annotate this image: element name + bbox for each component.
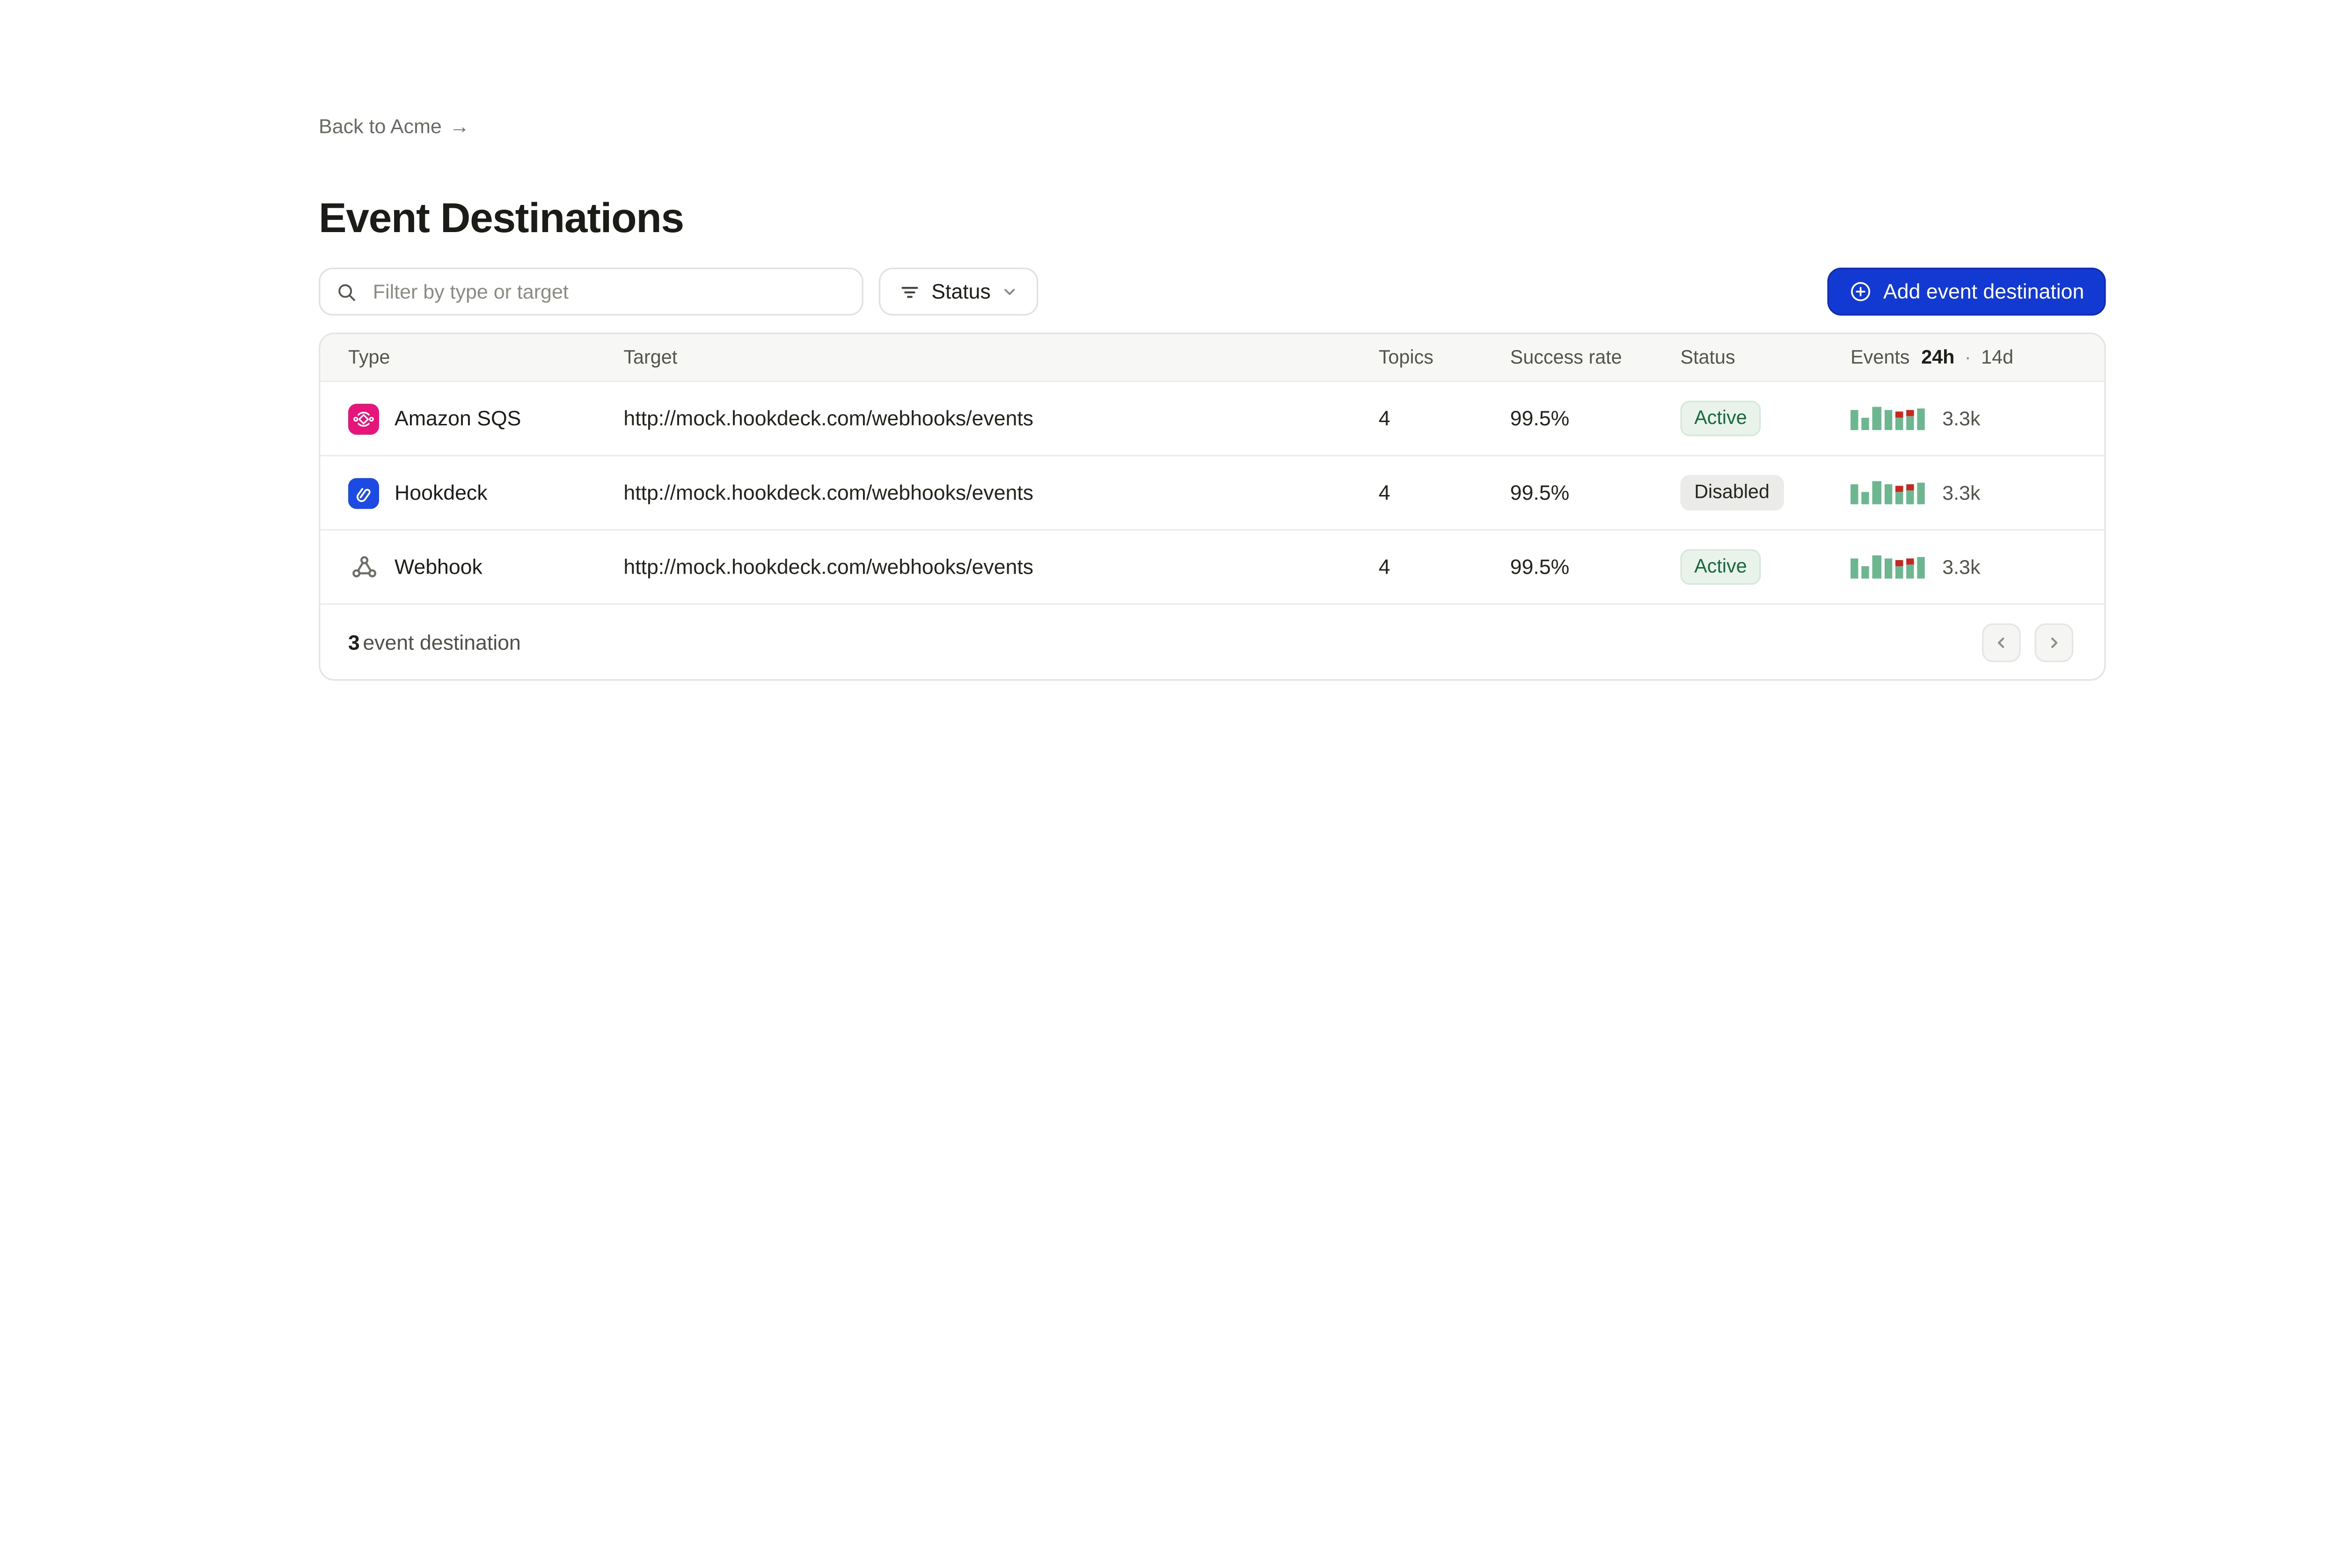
sparkline-bar bbox=[1884, 558, 1892, 579]
destination-target: http://mock.hookdeck.com/webhooks/events bbox=[623, 407, 1378, 430]
column-header-type: Type bbox=[348, 347, 623, 368]
events-range-14d-toggle[interactable]: 14d bbox=[1981, 347, 2013, 368]
sparkline-bar bbox=[1862, 491, 1870, 504]
row-count-text: 3event destination bbox=[348, 630, 521, 654]
events-range-separator: · bbox=[1965, 347, 1971, 368]
sparkline-bar bbox=[1884, 409, 1892, 430]
row-count-value: 3 bbox=[348, 630, 360, 654]
hookdeck-icon bbox=[348, 477, 379, 508]
chevron-left-icon bbox=[1993, 634, 2010, 650]
sparkline-bar bbox=[1884, 483, 1892, 504]
events-count: 3.3k bbox=[1942, 481, 1980, 504]
destination-type: Hookdeck bbox=[395, 481, 488, 504]
toolbar: Status Add event destination bbox=[319, 268, 2106, 315]
destination-topics: 4 bbox=[1379, 481, 1510, 504]
destination-topics: 4 bbox=[1379, 407, 1510, 430]
destination-target: http://mock.hookdeck.com/webhooks/events bbox=[623, 481, 1378, 504]
sparkline-bar bbox=[1906, 559, 1914, 579]
destination-type: Webhook bbox=[395, 555, 483, 579]
arrow-right-icon: → bbox=[449, 115, 469, 138]
sparkline-bar bbox=[1895, 411, 1903, 430]
column-header-target: Target bbox=[623, 347, 1378, 368]
filter-input-wrapper bbox=[319, 268, 863, 315]
column-header-success-rate: Success rate bbox=[1510, 347, 1681, 368]
table-body: Amazon SQS http://mock.hookdeck.com/webh… bbox=[320, 382, 2104, 604]
status-filter-button[interactable]: Status bbox=[879, 268, 1038, 315]
destination-type: Amazon SQS bbox=[395, 407, 521, 430]
status-filter-label: Status bbox=[931, 280, 991, 303]
destination-topics: 4 bbox=[1379, 555, 1510, 579]
add-event-destination-button[interactable]: Add event destination bbox=[1828, 268, 2106, 315]
sparkline-bar bbox=[1873, 555, 1881, 579]
page-title: Event Destinations bbox=[319, 195, 684, 243]
events-count: 3.3k bbox=[1942, 555, 1980, 579]
sparkline-bar bbox=[1895, 560, 1903, 578]
sparkline-bar bbox=[1873, 481, 1881, 504]
destination-success-rate: 99.5% bbox=[1510, 555, 1681, 579]
sparkline-bar bbox=[1850, 483, 1858, 504]
table-row[interactable]: Webhook http://mock.hookdeck.com/webhook… bbox=[320, 529, 2104, 604]
sparkline-bar bbox=[1906, 410, 1914, 430]
sparkline-bar bbox=[1862, 566, 1870, 579]
previous-page-button[interactable] bbox=[1982, 623, 2021, 662]
next-page-button[interactable] bbox=[2035, 623, 2074, 662]
add-event-destination-label: Add event destination bbox=[1883, 280, 2084, 303]
sparkline-bar bbox=[1917, 482, 1925, 504]
filter-input[interactable] bbox=[370, 278, 862, 305]
destination-success-rate: 99.5% bbox=[1510, 481, 1681, 504]
pagination bbox=[1982, 623, 2073, 662]
filter-icon bbox=[899, 281, 921, 302]
sparkline-bar bbox=[1917, 556, 1925, 578]
sparkline-bar bbox=[1906, 484, 1914, 504]
column-header-topics: Topics bbox=[1379, 347, 1510, 368]
sparkline-bar bbox=[1917, 408, 1925, 430]
webhook-icon bbox=[348, 552, 379, 583]
destination-target: http://mock.hookdeck.com/webhooks/events bbox=[623, 555, 1378, 579]
back-link[interactable]: Back to Acme → bbox=[319, 115, 469, 138]
sparkline-bar bbox=[1873, 407, 1881, 430]
column-header-events: Events 24h · 14d bbox=[1850, 347, 2077, 368]
events-header-label: Events bbox=[1850, 347, 1909, 368]
events-count: 3.3k bbox=[1942, 407, 1980, 430]
sparkline-bar bbox=[1850, 558, 1858, 579]
table-row[interactable]: Amazon SQS http://mock.hookdeck.com/webh… bbox=[320, 382, 2104, 455]
event-destinations-page: Back to Acme → Event Destinations Status… bbox=[0, 0, 2340, 1568]
events-range-24h-toggle[interactable]: 24h bbox=[1921, 347, 1954, 368]
sparkline-bar bbox=[1850, 409, 1858, 430]
events-sparkline bbox=[1850, 481, 1925, 504]
events-sparkline bbox=[1850, 555, 1925, 579]
amazon-sqs-icon bbox=[348, 403, 379, 434]
table-row[interactable]: Hookdeck http://mock.hookdeck.com/webhoo… bbox=[320, 455, 2104, 529]
chevron-right-icon bbox=[2046, 634, 2062, 650]
table-header-row: Type Target Topics Success rate Status E… bbox=[320, 334, 2104, 382]
plus-circle-icon bbox=[1849, 280, 1872, 303]
status-badge: Active bbox=[1680, 549, 1761, 584]
chevron-down-icon bbox=[1002, 283, 1018, 300]
column-header-status: Status bbox=[1680, 347, 1850, 368]
sparkline-bar bbox=[1862, 417, 1870, 430]
events-sparkline bbox=[1850, 407, 1925, 430]
event-destinations-table: Type Target Topics Success rate Status E… bbox=[319, 333, 2106, 681]
status-badge: Active bbox=[1680, 401, 1761, 436]
sparkline-bar bbox=[1895, 486, 1903, 504]
table-footer: 3event destination bbox=[320, 603, 2104, 679]
destination-success-rate: 99.5% bbox=[1510, 407, 1681, 430]
back-link-label: Back to Acme bbox=[319, 115, 442, 138]
row-count-label: event destination bbox=[363, 630, 520, 654]
status-badge: Disabled bbox=[1680, 475, 1783, 510]
search-icon bbox=[336, 281, 357, 302]
